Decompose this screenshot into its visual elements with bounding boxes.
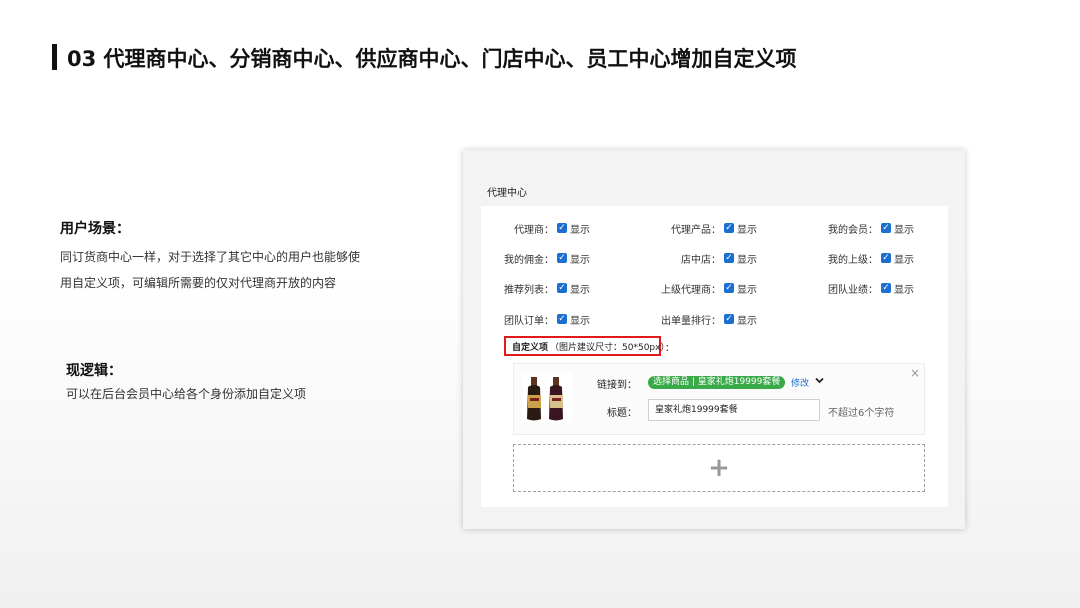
option-my-superior[interactable]: 我的上级： ✓ 显示	[798, 251, 914, 266]
selected-product-tag[interactable]: 选择商品 | 皇家礼炮19999套餐	[648, 376, 786, 389]
agent-center-panel: 代理中心 代理商： ✓ 显示 代理产品： ✓ 显示 我的会员： ✓ 显示 我的佣…	[481, 173, 948, 507]
option-my-commission[interactable]: 我的佣金： ✓ 显示	[491, 251, 590, 266]
plus-icon: +	[708, 453, 730, 483]
slide-title: 03 代理商中心、分销商中心、供应商中心、门店中心、员工中心增加自定义项	[67, 47, 797, 71]
custom-item-label: 自定义项 （图片建议尺寸：50*50px）	[504, 336, 669, 356]
option-superior-agent[interactable]: 上级代理商： ✓ 显示	[641, 281, 757, 296]
panel-title: 代理中心	[487, 188, 527, 199]
option-agent[interactable]: 代理商： ✓ 显示	[491, 221, 590, 236]
checkbox-icon[interactable]: ✓	[881, 253, 891, 263]
checkbox-icon[interactable]: ✓	[881, 283, 891, 293]
modify-link[interactable]: 修改	[791, 376, 809, 389]
checkbox-icon[interactable]: ✓	[724, 283, 734, 293]
chevron-down-icon[interactable]	[815, 374, 824, 387]
product-thumbnail	[522, 373, 572, 423]
option-shop-in-shop[interactable]: 店中店： ✓ 显示	[641, 251, 757, 266]
checkbox-icon[interactable]: ✓	[557, 253, 567, 263]
checkbox-icon[interactable]: ✓	[724, 223, 734, 233]
checkbox-icon[interactable]: ✓	[724, 253, 734, 263]
logic-heading: 现逻辑：	[66, 363, 122, 379]
option-team-orders[interactable]: 团队订单： ✓ 显示	[491, 312, 590, 327]
close-icon[interactable]: ×	[910, 366, 920, 380]
option-order-ranking[interactable]: 出单量排行： ✓ 显示	[641, 312, 757, 327]
option-team-performance[interactable]: 团队业绩： ✓ 显示	[798, 281, 914, 296]
screenshot-frame: 代理中心 代理商： ✓ 显示 代理产品： ✓ 显示 我的会员： ✓ 显示 我的佣…	[463, 150, 965, 529]
title-hint: 不超过6个字符	[828, 408, 895, 419]
title-field-label: 标题：	[607, 408, 637, 419]
link-to-label: 链接到：	[597, 380, 637, 391]
title-input[interactable]: 皇家礼炮19999套餐	[648, 399, 820, 421]
checkbox-icon[interactable]: ✓	[557, 314, 567, 324]
panel-header: 代理中心	[481, 173, 948, 206]
checkbox-icon[interactable]: ✓	[557, 283, 567, 293]
checkbox-icon[interactable]: ✓	[557, 223, 567, 233]
option-referral-list[interactable]: 推荐列表： ✓ 显示	[491, 281, 590, 296]
option-agent-products[interactable]: 代理产品： ✓ 显示	[641, 221, 757, 236]
scene-heading: 用户场景：	[60, 221, 130, 237]
option-my-members[interactable]: 我的会员： ✓ 显示	[798, 221, 914, 236]
custom-item-card: × 链接到： 选择商品 | 皇家礼炮19999套餐 修改 标题： 皇家礼炮199…	[513, 363, 925, 435]
title-accent-bar	[52, 44, 57, 70]
logic-description: 可以在后台会员中心给各个身份添加自定义项	[66, 387, 307, 401]
scene-description: 同订货商中心一样，对于选择了其它中心的用户也能够使用自定义项，可编辑所需要的仅对…	[60, 250, 361, 290]
checkbox-icon[interactable]: ✓	[724, 314, 734, 324]
checkbox-icon[interactable]: ✓	[881, 223, 891, 233]
add-custom-item-button[interactable]: +	[513, 444, 925, 492]
